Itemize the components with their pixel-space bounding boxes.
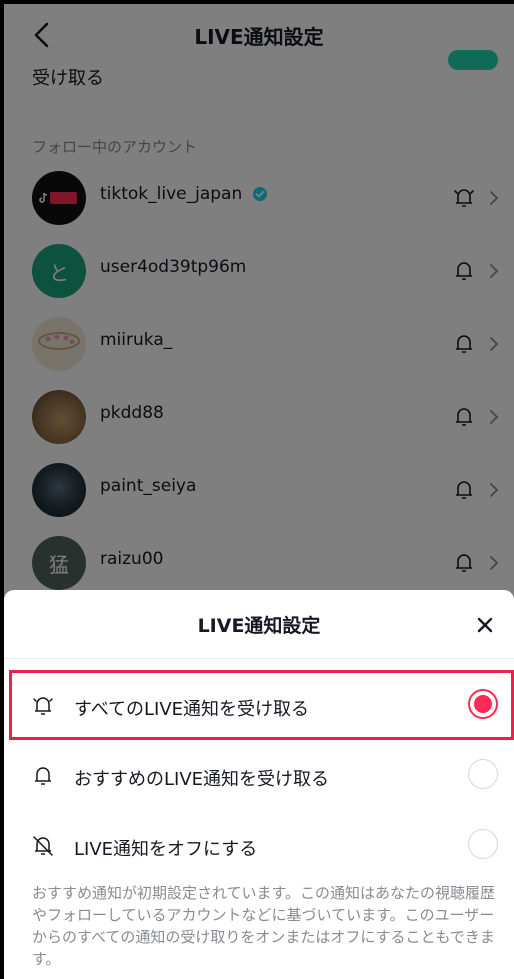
- close-button[interactable]: [474, 614, 496, 636]
- radio-button[interactable]: [468, 759, 498, 789]
- notification-explanation-text: おすすめ通知が初期設定されています。この通知はあなたの視聴履歴やフォローしている…: [32, 884, 496, 968]
- app-window: LIVE通知設定 受け取る フォロー中のアカウント tiktok_live_ja…: [4, 4, 514, 979]
- sheet-title: LIVE通知設定: [197, 615, 321, 637]
- notification-settings-sheet: LIVE通知設定 すべてのLIVE通知を受け取る おすすめのLIVE通知を受け取…: [4, 590, 514, 979]
- divider: [4, 658, 514, 659]
- option-label: おすすめのLIVE通知を受け取る: [74, 769, 330, 790]
- bell-icon: [35, 767, 51, 785]
- selection-highlight-box: [9, 670, 514, 740]
- close-icon: [477, 617, 493, 633]
- radio-button[interactable]: [468, 829, 498, 859]
- option-live-notifications-off[interactable]: LIVE通知をオフにする: [4, 812, 514, 882]
- option-label: LIVE通知をオフにする: [74, 839, 258, 860]
- option-recommended-live-notifications[interactable]: おすすめのLIVE通知を受け取る: [4, 742, 514, 812]
- bell-off-icon: [33, 836, 53, 856]
